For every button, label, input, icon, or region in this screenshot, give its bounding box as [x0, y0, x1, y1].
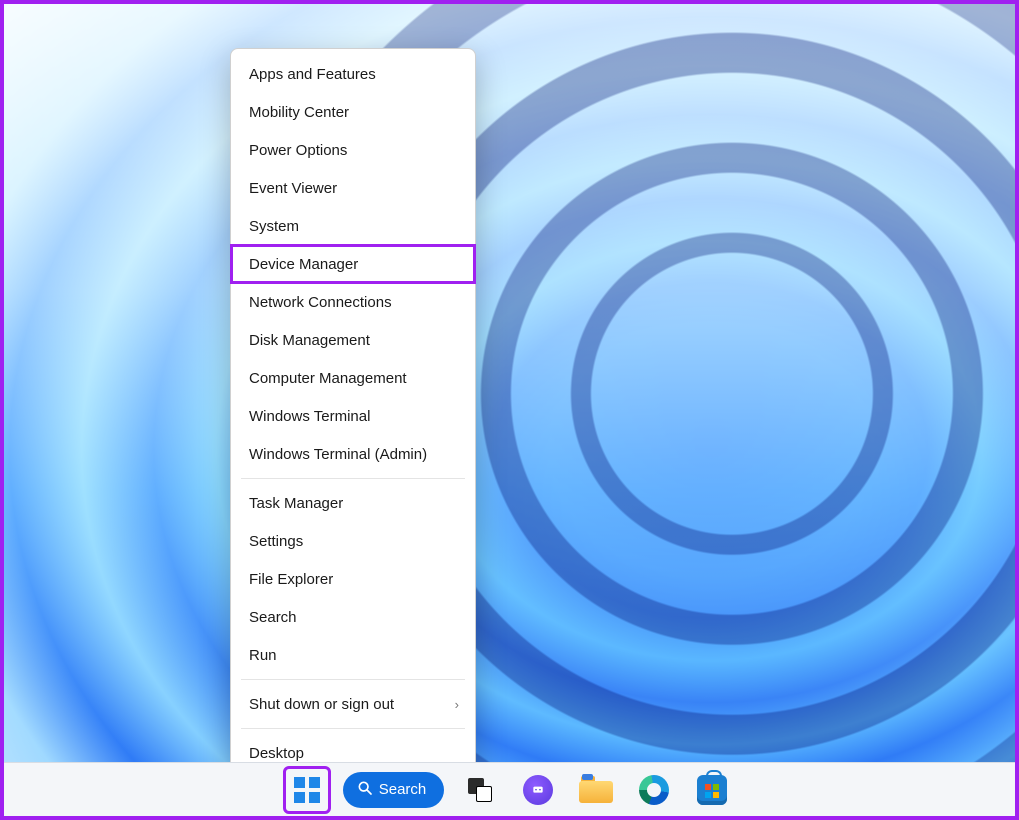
- task-view-icon: [466, 776, 494, 804]
- menu-item-label: Settings: [249, 533, 303, 550]
- microsoft-store-icon: [697, 775, 727, 805]
- menu-item-file-explorer[interactable]: File Explorer: [231, 560, 475, 598]
- file-explorer-button[interactable]: [574, 768, 618, 812]
- menu-item-disk-management[interactable]: Disk Management: [231, 321, 475, 359]
- edge-icon: [639, 775, 669, 805]
- menu-item-label: File Explorer: [249, 571, 333, 588]
- winx-context-menu[interactable]: Apps and Features Mobility Center Power Op…: [230, 48, 476, 779]
- menu-item-event-viewer[interactable]: Event Viewer: [231, 169, 475, 207]
- chevron-right-icon: ›: [455, 697, 459, 712]
- menu-item-device-manager[interactable]: Device Manager: [231, 245, 475, 283]
- start-button[interactable]: [285, 768, 329, 812]
- menu-item-power-options[interactable]: Power Options: [231, 131, 475, 169]
- microsoft-store-button[interactable]: [690, 768, 734, 812]
- taskbar-search-label: Search: [379, 781, 427, 798]
- menu-item-label: Power Options: [249, 142, 347, 159]
- menu-item-label: System: [249, 218, 299, 235]
- menu-separator: [241, 478, 465, 479]
- menu-item-label: Shut down or sign out: [249, 696, 394, 713]
- search-icon: [357, 780, 373, 800]
- menu-item-label: Desktop: [249, 745, 304, 762]
- menu-item-label: Search: [249, 609, 297, 626]
- desktop-wallpaper: [4, 4, 1015, 816]
- menu-item-label: Windows Terminal: [249, 408, 370, 425]
- menu-item-settings[interactable]: Settings: [231, 522, 475, 560]
- menu-item-network-connections[interactable]: Network Connections: [231, 283, 475, 321]
- menu-item-label: Device Manager: [249, 256, 358, 273]
- menu-item-shut-down[interactable]: Shut down or sign out ›: [231, 685, 475, 723]
- menu-item-label: Task Manager: [249, 495, 343, 512]
- menu-item-computer-management[interactable]: Computer Management: [231, 359, 475, 397]
- menu-item-windows-terminal-admin[interactable]: Windows Terminal (Admin): [231, 435, 475, 473]
- menu-item-mobility-center[interactable]: Mobility Center: [231, 93, 475, 131]
- menu-item-windows-terminal[interactable]: Windows Terminal: [231, 397, 475, 435]
- menu-item-label: Computer Management: [249, 370, 407, 387]
- taskbar-search-button[interactable]: Search: [343, 772, 445, 808]
- screenshot-frame: Apps and Features Mobility Center Power Op…: [0, 0, 1019, 820]
- taskbar: Search: [4, 762, 1015, 816]
- menu-item-apps-features[interactable]: Apps and Features: [231, 55, 475, 93]
- menu-item-run[interactable]: Run: [231, 636, 475, 674]
- menu-separator: [241, 728, 465, 729]
- menu-item-label: Apps and Features: [249, 66, 376, 83]
- menu-item-label: Network Connections: [249, 294, 392, 311]
- chat-icon: [523, 775, 553, 805]
- edge-button[interactable]: [632, 768, 676, 812]
- chat-button[interactable]: [516, 768, 560, 812]
- task-view-button[interactable]: [458, 768, 502, 812]
- menu-separator: [241, 679, 465, 680]
- menu-item-label: Mobility Center: [249, 104, 349, 121]
- menu-item-label: Windows Terminal (Admin): [249, 446, 427, 463]
- file-explorer-icon: [579, 776, 613, 804]
- menu-item-label: Event Viewer: [249, 180, 337, 197]
- start-icon: [294, 777, 320, 803]
- menu-item-search[interactable]: Search: [231, 598, 475, 636]
- menu-item-label: Disk Management: [249, 332, 370, 349]
- menu-item-label: Run: [249, 647, 277, 664]
- menu-item-system[interactable]: System: [231, 207, 475, 245]
- menu-item-task-manager[interactable]: Task Manager: [231, 484, 475, 522]
